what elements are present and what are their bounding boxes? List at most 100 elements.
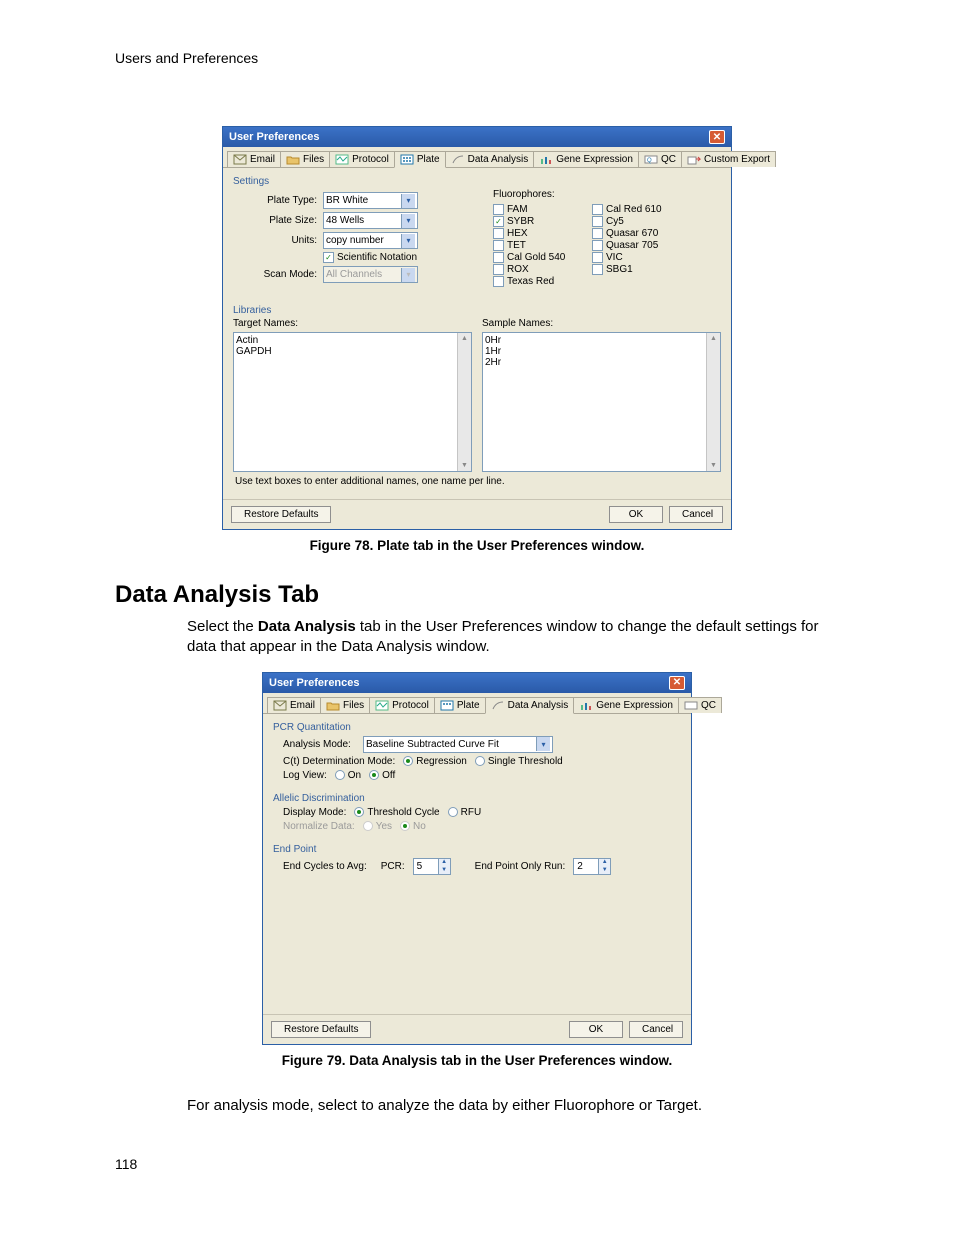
fluor-checkbox[interactable] <box>493 252 504 263</box>
select-value: copy number <box>326 235 384 246</box>
scrollbar[interactable]: ▲▼ <box>457 333 471 471</box>
endpoint-group-label: End Point <box>273 844 681 855</box>
sci-notation-checkbox[interactable]: ✓ <box>323 252 334 263</box>
fluorophores-label: Fluorophores: <box>493 189 721 200</box>
normalize-label: Normalize Data: <box>283 821 355 832</box>
fluor-checkbox[interactable] <box>592 264 603 275</box>
fluor-checkbox[interactable] <box>493 228 504 239</box>
ctq-radio-regression[interactable]: Regression <box>403 756 467 767</box>
chart-icon <box>451 154 465 165</box>
logview-radio-on[interactable]: On <box>335 770 361 781</box>
ctq-label: C(t) Determination Mode: <box>283 756 395 767</box>
logview-radio-off[interactable]: Off <box>369 770 395 781</box>
list-item: 1Hr <box>485 346 718 357</box>
tab-label: Custom Export <box>704 154 770 165</box>
tab-email[interactable]: Email <box>267 697 321 713</box>
ok-button[interactable]: OK <box>569 1021 623 1038</box>
fluor-checkbox[interactable] <box>493 240 504 251</box>
tab-qc[interactable]: Q QC <box>638 151 682 167</box>
fluor-checkbox[interactable] <box>592 216 603 227</box>
sample-names-list[interactable]: 0Hr1Hr2Hr ▲▼ <box>482 332 721 472</box>
pcr-group-label: PCR Quantitation <box>273 722 681 733</box>
units-select[interactable]: copy number ▾ <box>323 232 418 249</box>
fluor-label: SBG1 <box>606 264 633 275</box>
radio-label: Regression <box>416 756 467 767</box>
close-icon[interactable]: ✕ <box>709 130 725 144</box>
tab-label: Protocol <box>352 154 389 165</box>
display-mode-radio-rfu[interactable]: RFU <box>448 807 482 818</box>
ctq-radio-single-threshold[interactable]: Single Threshold <box>475 756 563 767</box>
plate-type-label: Plate Type: <box>233 195 323 206</box>
tab-protocol[interactable]: Protocol <box>329 151 395 167</box>
display-mode-radio-threshold[interactable]: Threshold Cycle <box>354 807 439 818</box>
radio-icon <box>363 821 373 831</box>
plate-size-select[interactable]: 48 Wells ▾ <box>323 212 418 229</box>
fluor-label: FAM <box>507 204 528 215</box>
cancel-button[interactable]: Cancel <box>669 506 723 523</box>
spinner-buttons-icon[interactable]: ▲▼ <box>598 859 610 874</box>
tab-data-analysis[interactable]: Data Analysis <box>445 151 535 167</box>
target-names-label: Target Names: <box>233 318 472 329</box>
cancel-button[interactable]: Cancel <box>629 1021 683 1038</box>
radio-label: No <box>413 821 426 832</box>
analysis-mode-select[interactable]: Baseline Subtracted Curve Fit ▾ <box>363 736 553 753</box>
fluor-checkbox[interactable] <box>592 252 603 263</box>
spinner-buttons-icon[interactable]: ▲▼ <box>438 859 450 874</box>
normalize-radio-no: No <box>400 821 426 832</box>
tab-files[interactable]: Files <box>280 151 330 167</box>
display-mode-label: Display Mode: <box>283 807 346 818</box>
tab-plate[interactable]: Plate <box>394 151 446 168</box>
restore-defaults-button[interactable]: Restore Defaults <box>271 1021 371 1038</box>
eponly-spinner[interactable]: 2 ▲▼ <box>573 858 611 875</box>
sci-notation-label: Scientific Notation <box>337 252 417 263</box>
chevron-down-icon: ▾ <box>401 194 415 208</box>
folder-icon <box>286 154 300 165</box>
normalize-radio-yes: Yes <box>363 821 392 832</box>
fluor-checkbox[interactable] <box>493 276 504 287</box>
protocol-icon <box>375 700 389 711</box>
fluor-checkbox[interactable] <box>592 228 603 239</box>
fluor-label: Cal Red 610 <box>606 204 662 215</box>
plate-type-select[interactable]: BR White ▾ <box>323 192 418 209</box>
radio-icon <box>475 756 485 766</box>
tab-gene-expression[interactable]: Gene Expression <box>533 151 639 167</box>
ok-button[interactable]: OK <box>609 506 663 523</box>
tabbar: Email Files Protocol Plate Data Analysis… <box>223 147 731 168</box>
tab-label: Plate <box>417 154 440 165</box>
tab-qc[interactable]: QC <box>678 697 722 713</box>
tab-files[interactable]: Files <box>320 697 370 713</box>
fluor-checkbox[interactable] <box>592 204 603 215</box>
target-names-list[interactable]: ActinGAPDH ▲▼ <box>233 332 472 472</box>
tab-data-analysis[interactable]: Data Analysis <box>485 697 575 714</box>
plate-icon <box>400 154 414 165</box>
tab-email[interactable]: Email <box>227 151 281 167</box>
tab-label: Plate <box>457 700 480 711</box>
tab-protocol[interactable]: Protocol <box>369 697 435 713</box>
tab-label: Files <box>343 700 364 711</box>
fluor-checkbox[interactable] <box>493 264 504 275</box>
select-value: All Channels <box>326 269 382 280</box>
logview-label: Log View: <box>283 770 327 781</box>
tab-plate[interactable]: Plate <box>434 697 486 713</box>
tab-custom-export[interactable]: Custom Export <box>681 151 776 167</box>
eponly-label: End Point Only Run: <box>475 861 566 872</box>
fluor-checkbox[interactable] <box>592 240 603 251</box>
tab-gene-expression[interactable]: Gene Expression <box>573 697 679 713</box>
fluor-checkbox[interactable] <box>493 204 504 215</box>
restore-defaults-button[interactable]: Restore Defaults <box>231 506 331 523</box>
close-icon[interactable]: ✕ <box>669 676 685 690</box>
title-bar: User Preferences ✕ <box>223 127 731 147</box>
chevron-down-icon: ▾ <box>536 737 550 751</box>
tab-label: Gene Expression <box>596 700 673 711</box>
scrollbar[interactable]: ▲▼ <box>706 333 720 471</box>
fluor-checkbox[interactable]: ✓ <box>493 216 504 227</box>
libraries-group-label: Libraries <box>233 305 721 316</box>
tab-label: Protocol <box>392 700 429 711</box>
settings-group-label: Settings <box>233 176 721 187</box>
radio-label: Single Threshold <box>488 756 563 767</box>
pcr-spinner[interactable]: 5 ▲▼ <box>413 858 451 875</box>
radio-icon <box>354 807 364 817</box>
window-title: User Preferences <box>229 131 320 143</box>
envelope-icon <box>233 154 247 165</box>
title-bar: User Preferences ✕ <box>263 673 691 693</box>
